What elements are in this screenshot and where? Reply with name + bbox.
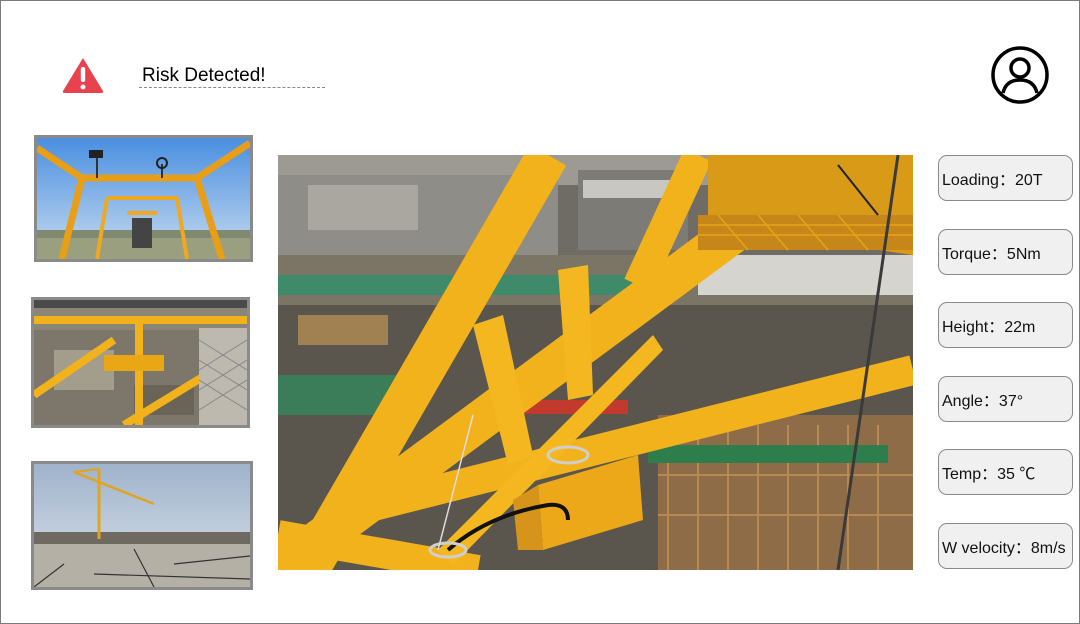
metric-torque: Torque：5Nm — [938, 229, 1073, 275]
metric-height: Height：22m — [938, 302, 1073, 348]
user-avatar-icon[interactable] — [990, 45, 1050, 105]
camera-thumbnail-1[interactable] — [34, 135, 253, 262]
site-overview-image — [34, 464, 250, 587]
metric-temperature: Temp：35 ℃ — [938, 449, 1073, 495]
camera-thumbnail-3[interactable] — [31, 461, 253, 590]
crane-mast-box-image — [34, 300, 247, 425]
risk-alert-text: Risk Detected! — [139, 64, 325, 88]
metric-loading: Loading：20T — [938, 155, 1073, 201]
metric-wind-velocity: W velocity：8m/s — [938, 523, 1073, 569]
warning-triangle-icon — [62, 58, 104, 93]
crane-top-sensors-image — [37, 138, 250, 259]
camera-thumbnail-2[interactable] — [31, 297, 250, 428]
metric-angle: Angle：37° — [938, 376, 1073, 422]
main-camera-view[interactable] — [278, 155, 913, 570]
sensor-mount-jib-image — [278, 155, 913, 570]
